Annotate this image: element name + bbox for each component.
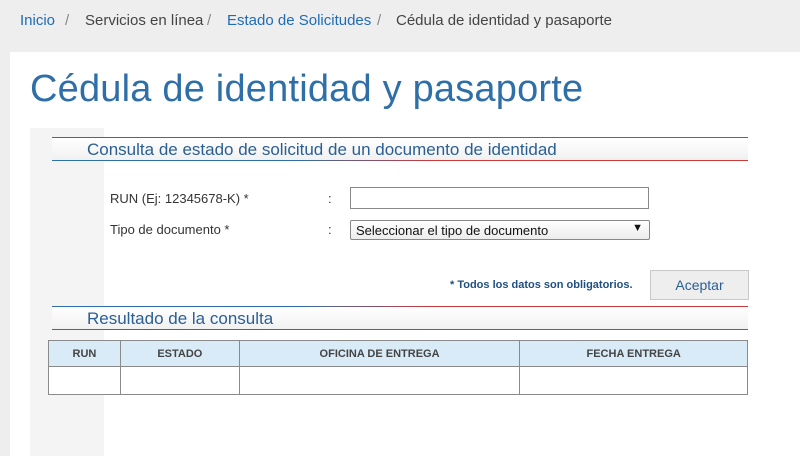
query-section-title: Consulta de estado de solicitud de un do… — [87, 140, 557, 159]
breadcrumb: Inicio / Servicios en línea / Estado de … — [0, 0, 800, 42]
result-section-title: Resultado de la consulta — [87, 309, 274, 328]
column-header-oficina: OFICINA DE ENTREGA — [238, 340, 521, 367]
breadcrumb-servicios-link[interactable]: Servicios en línea — [85, 12, 203, 29]
page-title: Cédula de identidad y pasaporte — [30, 68, 584, 110]
result-section-header: Resultado de la consulta — [52, 306, 748, 330]
column-header-run: RUN — [48, 340, 121, 367]
table-cell — [48, 366, 121, 395]
breadcrumb-estado-link[interactable]: Estado de Solicitudes — [227, 12, 371, 29]
doc-type-colon: : — [328, 222, 332, 237]
query-section-header: Consulta de estado de solicitud de un do… — [52, 137, 748, 161]
form-side-strip — [30, 128, 104, 456]
breadcrumb-current: Cédula de identidad y pasaporte — [396, 12, 612, 29]
run-colon: : — [328, 191, 332, 206]
breadcrumb-separator: / — [65, 12, 70, 29]
run-input[interactable] — [350, 187, 649, 209]
results-header-row: RUN ESTADO OFICINA DE ENTREGA FECHA ENTR… — [48, 340, 748, 367]
form-area — [30, 128, 748, 456]
required-fields-note: * Todos los datos son obligatorios. — [450, 279, 633, 291]
dropdown-arrow-icon: ▼ — [632, 222, 643, 234]
breadcrumb-separator: / — [207, 12, 212, 29]
accept-button[interactable]: Aceptar — [650, 270, 749, 300]
breadcrumb-inicio-link[interactable]: Inicio — [20, 12, 55, 29]
table-row — [48, 366, 748, 395]
doc-type-label: Tipo de documento * — [110, 222, 230, 237]
table-cell — [519, 366, 748, 395]
column-header-estado: ESTADO — [119, 340, 240, 367]
results-table: RUN ESTADO OFICINA DE ENTREGA FECHA ENTR… — [48, 340, 748, 395]
table-cell — [238, 366, 521, 395]
breadcrumb-separator: / — [377, 12, 382, 29]
column-header-fecha: FECHA ENTREGA — [519, 340, 748, 367]
run-label: RUN (Ej: 12345678-K) * — [110, 191, 249, 206]
doc-type-selected-value: Seleccionar el tipo de documento — [356, 223, 549, 238]
doc-type-select[interactable]: Seleccionar el tipo de documento ▼ — [350, 220, 650, 240]
table-cell — [119, 366, 240, 395]
